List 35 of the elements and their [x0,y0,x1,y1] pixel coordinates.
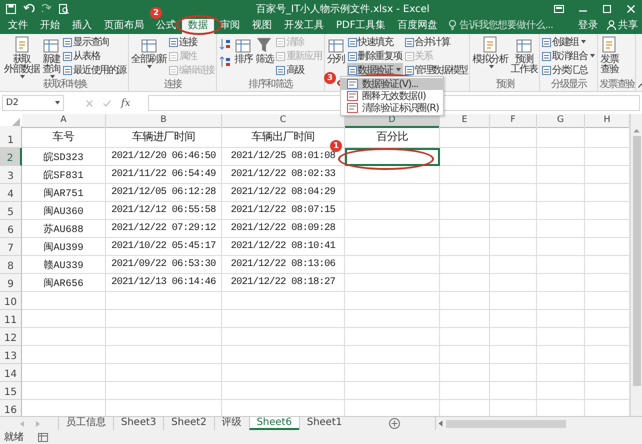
table-cell: 2021/12/22 08:04:29 [222,184,345,202]
table-cell: 闽AU360 [22,202,106,220]
table-cell: 赣AU339 [22,256,106,274]
table-cell: 2021/12/22 08:07:15 [222,202,345,220]
table-cell: 车辆进厂时间 [106,126,222,148]
group-label: 发票查验 [599,79,634,90]
table-cell: 2021/11/22 06:54:49 [106,166,222,184]
table-cell: 闽AU399 [22,238,106,256]
table-cell: 苏AU688 [22,220,106,238]
group-label: 连接 [164,79,182,90]
table-cell: 皖SF831 [22,166,106,184]
status-text: 就绪 [4,430,24,444]
table-cell: 2021/12/05 06:12:28 [106,184,222,202]
table-cell: 2021/12/22 08:02:33 [222,166,345,184]
table-cell: 2021/12/13 06:14:46 [106,274,222,292]
table-cell: 2021/12/12 06:55:58 [106,202,222,220]
table-cell: 2021/12/22 08:18:27 [222,274,345,292]
table-cell: 2021/12/20 06:46:50 [106,148,222,166]
table-cell: 皖SD323 [22,148,106,166]
table-cell: 2021/12/22 07:29:12 [106,220,222,238]
table-cell: 2021/12/22 08:10:41 [222,238,345,256]
table-cell: 2021/12/22 08:09:28 [222,220,345,238]
group-label: 分级显示 [551,79,586,90]
table-cell: 2021/12/22 08:13:06 [222,256,345,274]
table-cell: 闽AR751 [22,184,106,202]
table-cell: 车号 [22,126,106,148]
table-cell: 百分比 [345,126,440,148]
table-cell: 2021/09/22 06:53:30 [106,256,222,274]
group-label: 预测 [496,79,514,90]
table-cell: 闽AR656 [22,274,106,292]
step-badge: 1 [330,140,342,152]
group-label: 排序和筛选 [248,79,293,90]
table-cell: 2021/10/22 05:45:17 [106,238,222,256]
window-title: 百家号_IT小人物示例文件.xlsx - Excel [255,2,431,16]
group-label: 获取和转换 [43,79,88,90]
